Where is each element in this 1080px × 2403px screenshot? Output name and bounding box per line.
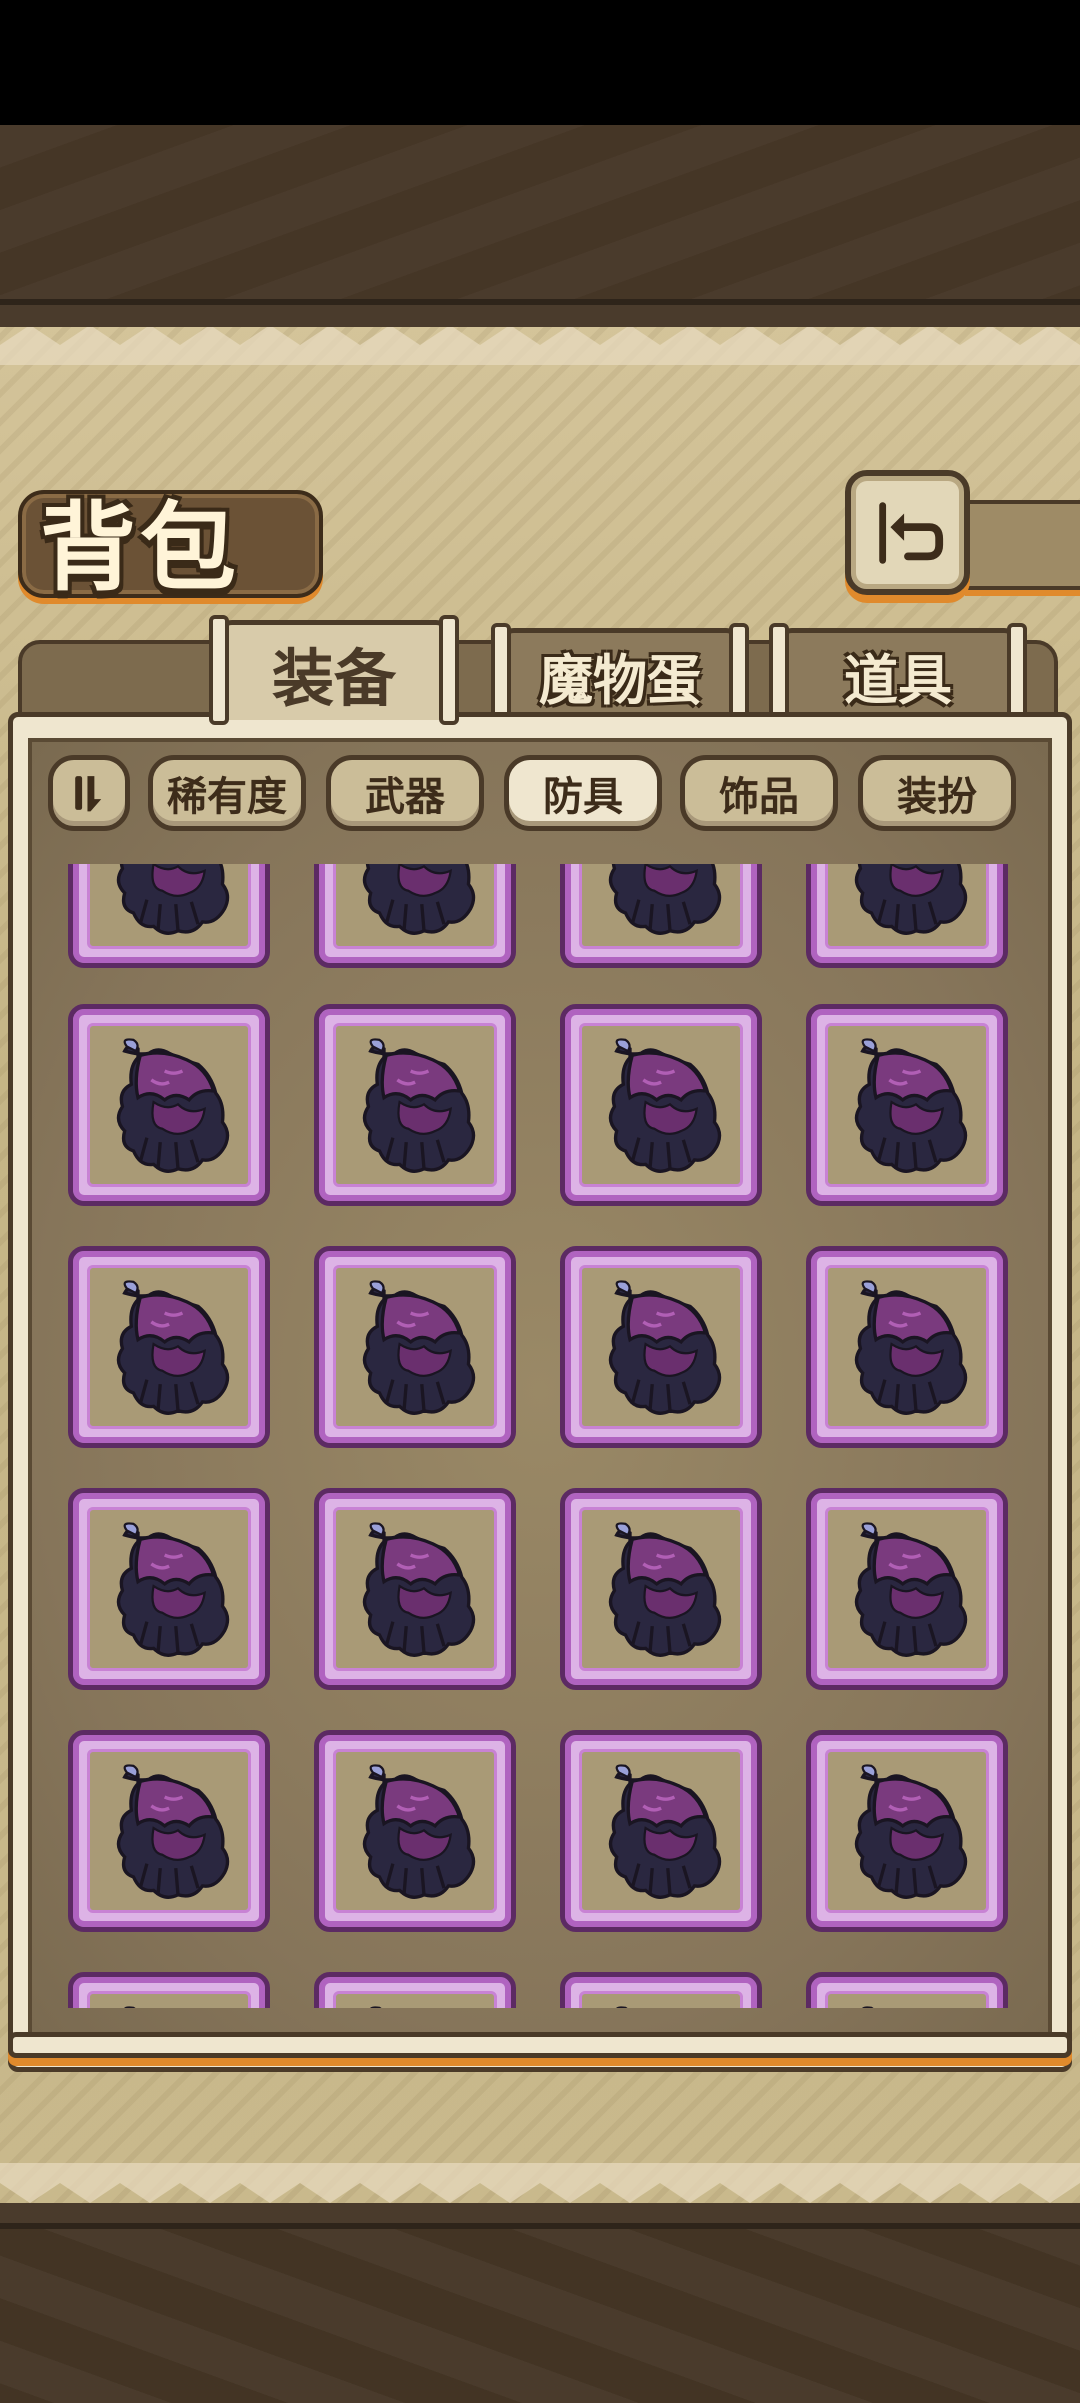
filter-rarity[interactable]: 稀有度 xyxy=(148,755,306,831)
filter-armor[interactable]: 防具 xyxy=(504,755,662,831)
zigzag-edge-top xyxy=(0,305,1080,365)
purple-feather-cloak-icon xyxy=(116,864,230,935)
equipment-slot[interactable] xyxy=(314,1730,516,1932)
equipment-slot[interactable] xyxy=(560,1488,762,1690)
tab-label: 道具 xyxy=(844,648,952,712)
equipment-slot[interactable] xyxy=(560,1972,762,2008)
equipment-slot[interactable] xyxy=(560,1004,762,1206)
page-title: 背包 xyxy=(40,491,240,604)
purple-feather-cloak-icon xyxy=(854,1521,968,1657)
item-grid[interactable] xyxy=(28,864,1052,2008)
purple-feather-cloak-icon xyxy=(854,1279,968,1415)
purple-feather-cloak-icon xyxy=(362,1037,476,1173)
tab-equipment[interactable]: 装备 xyxy=(209,615,459,725)
map-background-bottom xyxy=(0,2223,1080,2403)
purple-feather-cloak-icon xyxy=(362,1279,476,1415)
purple-feather-cloak-icon xyxy=(362,864,476,935)
equipment-slot[interactable] xyxy=(560,1246,762,1448)
purple-feather-cloak-icon xyxy=(854,1037,968,1173)
equipment-slot[interactable] xyxy=(560,1730,762,1932)
equipment-slot[interactable] xyxy=(314,1246,516,1448)
equipment-slot[interactable] xyxy=(68,1972,270,2008)
filter-accessory[interactable]: 饰品 xyxy=(680,755,838,831)
equipment-slot[interactable] xyxy=(68,864,270,968)
equipment-slot[interactable] xyxy=(314,1972,516,2008)
equipment-slot[interactable] xyxy=(68,1730,270,1932)
tab-label: 魔物蛋 xyxy=(539,648,701,712)
filter-label: 饰品 xyxy=(719,774,799,820)
purple-feather-cloak-icon xyxy=(608,2005,722,2008)
zigzag-edge-bottom xyxy=(0,2163,1080,2223)
purple-feather-cloak-icon xyxy=(116,1521,230,1657)
status-bar xyxy=(0,0,1080,125)
purple-feather-cloak-icon xyxy=(608,1279,722,1415)
purple-feather-cloak-icon xyxy=(608,1037,722,1173)
equipment-slot[interactable] xyxy=(314,864,516,968)
tab-label: 装备 xyxy=(271,641,396,715)
purple-feather-cloak-icon xyxy=(854,1763,968,1899)
back-arrow-icon xyxy=(878,501,943,564)
purple-feather-cloak-icon xyxy=(362,2005,476,2008)
tab-post xyxy=(439,615,459,725)
purple-feather-cloak-icon xyxy=(854,864,968,935)
filter-weapon[interactable]: 武器 xyxy=(326,755,484,831)
sort-toggle-icon xyxy=(75,776,102,812)
purple-feather-cloak-icon xyxy=(362,1521,476,1657)
sort-button[interactable] xyxy=(48,755,130,831)
equipment-slot[interactable] xyxy=(806,1246,1008,1448)
purple-feather-cloak-icon xyxy=(116,1763,230,1899)
map-background-top xyxy=(0,125,1080,305)
filter-label: 稀有度 xyxy=(167,774,287,820)
equipment-slot[interactable] xyxy=(68,1488,270,1690)
tab-monster-egg[interactable]: 魔物蛋 xyxy=(491,623,749,733)
filter-label: 装扮 xyxy=(897,774,977,820)
tab-items[interactable]: 道具 xyxy=(769,623,1027,733)
equipment-slot[interactable] xyxy=(806,1004,1008,1206)
equipment-slot[interactable] xyxy=(560,864,762,968)
purple-feather-cloak-icon xyxy=(362,1763,476,1899)
equipment-slot[interactable] xyxy=(314,1488,516,1690)
equipment-slot[interactable] xyxy=(806,864,1008,968)
back-button[interactable] xyxy=(845,470,970,595)
purple-feather-cloak-icon xyxy=(608,864,722,935)
bag-bottom-rail xyxy=(8,2032,1072,2058)
equipment-slot[interactable] xyxy=(314,1004,516,1206)
purple-feather-cloak-icon xyxy=(116,1037,230,1173)
tab-post xyxy=(209,615,229,725)
equipment-slot[interactable] xyxy=(806,1972,1008,2008)
purple-feather-cloak-icon xyxy=(116,1279,230,1415)
filter-outfit[interactable]: 装扮 xyxy=(858,755,1016,831)
equipment-slot[interactable] xyxy=(68,1246,270,1448)
filter-label: 防具 xyxy=(543,774,623,820)
header-rail xyxy=(965,500,1080,590)
filter-label: 武器 xyxy=(365,774,445,820)
purple-feather-cloak-icon xyxy=(608,1521,722,1657)
purple-feather-cloak-icon xyxy=(854,2005,968,2008)
equipment-slot[interactable] xyxy=(68,1004,270,1206)
equipment-slot[interactable] xyxy=(806,1488,1008,1690)
purple-feather-cloak-icon xyxy=(608,1763,722,1899)
equipment-slot[interactable] xyxy=(806,1730,1008,1932)
purple-feather-cloak-icon xyxy=(116,2005,230,2008)
